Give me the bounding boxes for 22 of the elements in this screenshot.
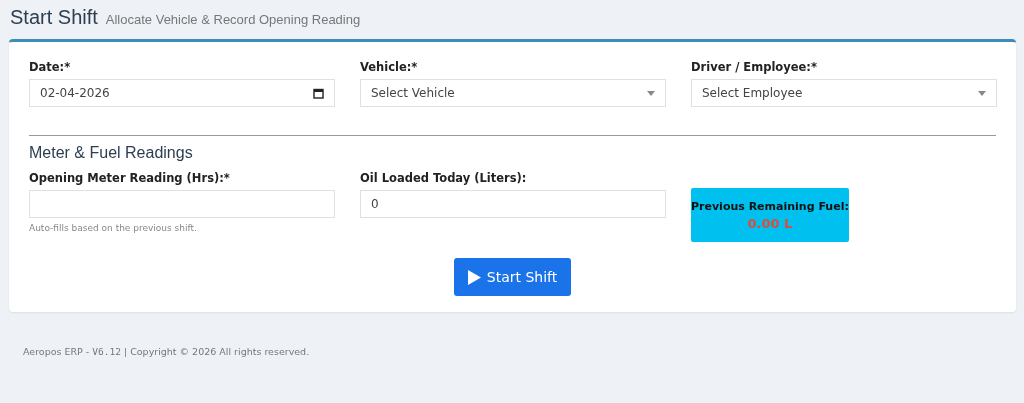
fuel-value: 0.00 L [747,215,793,231]
date-field[interactable]: 02-04-2026 [29,79,335,107]
field-label: Vehicle:* [360,60,418,74]
oil-input[interactable]: 0 [360,190,666,218]
meter-input[interactable] [29,190,335,218]
caret-icon [978,90,986,96]
page-subtitle: Allocate Vehicle & Record Opening Reading [105,12,361,27]
field-label: Date:* [29,60,71,74]
select-field[interactable]: Select Employee [691,79,997,107]
select-field[interactable]: Select Vehicle [360,79,666,107]
start-shift-button[interactable]: Start Shift [453,258,572,296]
caret-icon [647,90,655,96]
field-label: Opening Meter Reading (Hrs):* [29,171,230,185]
calendar-icon [313,87,324,99]
field-label: Driver / Employee:* [691,60,817,74]
help-text: Auto-fills based on the previous shift. [29,223,197,233]
section-title: Meter & Fuel Readings [29,144,193,162]
field-label: Oil Loaded Today (Liters): [360,171,527,185]
fuel-label: Previous Remaining Fuel: [691,199,849,213]
footer-text: Aeropos ERP - V6.12 | Copyright © 2026 All rights reserved. [23,346,310,357]
page-title: Start Shift [10,6,98,29]
play-icon [467,269,481,285]
